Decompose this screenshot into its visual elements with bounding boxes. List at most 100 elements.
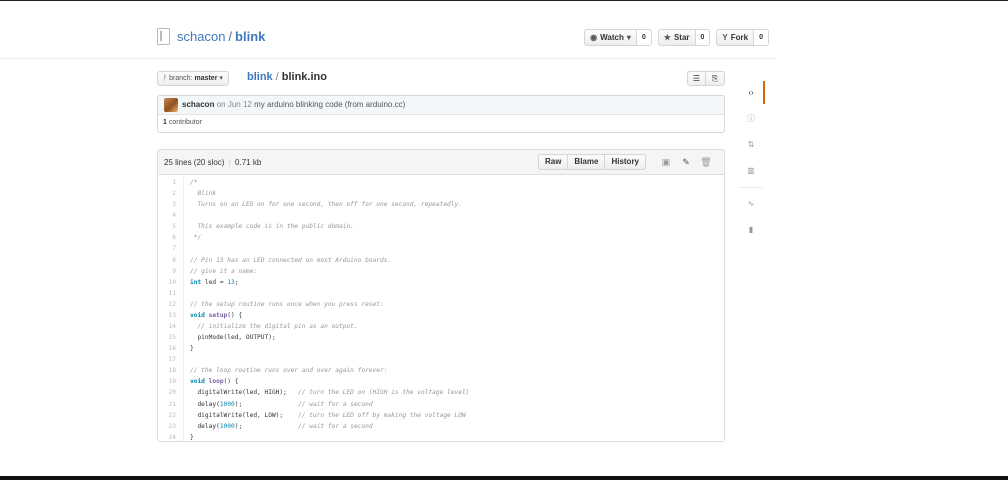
line-number[interactable]: 5: [158, 221, 183, 232]
fork-count[interactable]: 0: [754, 29, 769, 46]
line-number[interactable]: 11: [158, 288, 183, 299]
line-number[interactable]: 21: [158, 399, 183, 410]
line-number[interactable]: 10: [158, 277, 183, 288]
watch-count[interactable]: 0: [636, 29, 652, 46]
line-content: /*: [183, 177, 724, 189]
line-content: [183, 243, 724, 255]
branch-prefix: branch:: [169, 75, 193, 82]
line-number[interactable]: 8: [158, 255, 183, 266]
repo-sidebar: ‹› ⓘ ⇅ ▥ ∿ ▮: [739, 80, 765, 243]
caret-down-icon: ▾: [219, 75, 223, 82]
breadcrumb-file-name: blink.ino: [281, 71, 327, 83]
contributors-label: contributor: [168, 119, 202, 126]
commit-author-link[interactable]: schacon: [182, 100, 214, 109]
fork-button[interactable]: Y Fork: [716, 29, 755, 46]
line-number[interactable]: 15: [158, 332, 183, 343]
line-number[interactable]: 9: [158, 266, 183, 277]
line-number[interactable]: 19: [158, 376, 183, 387]
star-button[interactable]: ★ Star: [657, 29, 696, 46]
line-number[interactable]: 18: [158, 365, 183, 376]
repo-name-link[interactable]: blink: [235, 29, 265, 44]
breadcrumb-repo-link[interactable]: blink: [247, 71, 273, 83]
graph-icon[interactable]: ▮: [739, 217, 763, 243]
star-icon: ★: [663, 33, 671, 42]
fork-icon: Y: [722, 33, 728, 42]
line-content: int led = 13;: [183, 276, 724, 288]
breadcrumb-separator: /: [275, 71, 279, 83]
line-content: This example code is in the public domai…: [183, 221, 724, 233]
issue-icon[interactable]: ⓘ: [739, 106, 763, 132]
repo-icon: [157, 28, 170, 45]
list-icon[interactable]: ☰: [687, 71, 706, 86]
raw-button[interactable]: Raw: [537, 154, 569, 170]
line-number[interactable]: 24: [158, 432, 183, 441]
line-number[interactable]: 22: [158, 410, 183, 421]
code-line: 7: [158, 243, 724, 255]
code-line: 12// the setup routine runs once when yo…: [158, 298, 724, 310]
line-number[interactable]: 4: [158, 210, 183, 221]
line-number[interactable]: 1: [158, 177, 183, 188]
code-line: 2 Blink: [158, 188, 724, 200]
header-divider: [0, 58, 776, 59]
fork-group: Y Fork 0: [716, 29, 769, 46]
line-content: digitalWrite(led, LOW); // turn the LED …: [183, 409, 724, 421]
line-number[interactable]: 23: [158, 421, 183, 432]
pencil-icon[interactable]: ✎: [676, 157, 696, 168]
code-line: 21 delay(1000); // wait for a second: [158, 398, 724, 410]
line-number[interactable]: 12: [158, 299, 183, 310]
window-bottom-border: [0, 476, 1008, 480]
blame-button[interactable]: Blame: [568, 154, 606, 170]
line-content: // initialize the digital pin as an outp…: [183, 321, 724, 333]
line-number[interactable]: 13: [158, 310, 183, 321]
star-label: Star: [673, 33, 690, 42]
contributors[interactable]: 1 contributor: [158, 115, 724, 133]
code-view: 1/* 2 Blink 3 Turns on an LED on for one s…: [158, 175, 724, 441]
file-lines: 25 lines (20 sloc): [164, 158, 225, 167]
line-number[interactable]: 16: [158, 343, 183, 354]
code-line: 10 int led = 13;: [158, 276, 724, 288]
code-line: 4: [158, 210, 724, 222]
file-box: 25 lines (20 sloc) | 0.71 kb Raw Blame H…: [157, 149, 725, 442]
line-content: delay(1000); // wait for a second: [183, 398, 724, 410]
history-button[interactable]: History: [605, 154, 646, 170]
code-line: 16}: [158, 343, 724, 355]
pulse-icon[interactable]: ∿: [739, 191, 763, 217]
line-number[interactable]: 2: [158, 188, 183, 199]
trash-icon[interactable]: 🗑: [696, 157, 716, 168]
clipboard-icon[interactable]: ⎘: [706, 71, 725, 86]
desktop-icon[interactable]: ▣: [656, 157, 676, 168]
watch-button[interactable]: ◉ Watch ▾: [584, 29, 637, 46]
line-number[interactable]: 3: [158, 199, 183, 210]
repo-title: schacon / blink: [177, 29, 265, 44]
line-number[interactable]: 6: [158, 232, 183, 243]
line-content: [183, 354, 724, 366]
code-line: 8// Pin 13 has an LED connected on most …: [158, 254, 724, 266]
pull-request-icon[interactable]: ⇅: [739, 132, 763, 158]
code-line: 24}: [158, 431, 724, 441]
line-number[interactable]: 20: [158, 387, 183, 398]
repo-owner-link[interactable]: schacon: [177, 29, 225, 44]
file-info-divider: |: [228, 158, 231, 167]
code-line: 9// give it a name:: [158, 265, 724, 277]
commit-title-link[interactable]: my arduino blinking code (from arduino.c…: [254, 100, 405, 109]
code-line: 11: [158, 287, 724, 299]
branch-select-button[interactable]: ᚹ branch: master ▾: [157, 71, 229, 86]
code-icon[interactable]: ‹›: [739, 80, 765, 106]
watch-group: ◉ Watch ▾ 0: [584, 29, 652, 46]
line-content: // the loop routine runs over and over a…: [183, 365, 724, 377]
line-content: }: [183, 431, 724, 441]
line-content: Turns on an LED on for one second, then …: [183, 199, 724, 211]
sidebar-divider: [739, 187, 763, 188]
line-number[interactable]: 14: [158, 321, 183, 332]
star-count[interactable]: 0: [695, 29, 711, 46]
branch-icon: ᚹ: [163, 75, 168, 82]
code-line: 1/*: [158, 177, 724, 189]
contributors-count: 1: [163, 119, 167, 126]
line-number[interactable]: 17: [158, 354, 183, 365]
avatar[interactable]: [164, 98, 178, 112]
caret-down-icon: ▾: [626, 33, 631, 42]
line-number[interactable]: 7: [158, 243, 183, 254]
branch-name: master: [194, 75, 218, 82]
code-line: 20 digitalWrite(led, HIGH); // turn the …: [158, 387, 724, 399]
wiki-icon[interactable]: ▥: [739, 158, 763, 184]
